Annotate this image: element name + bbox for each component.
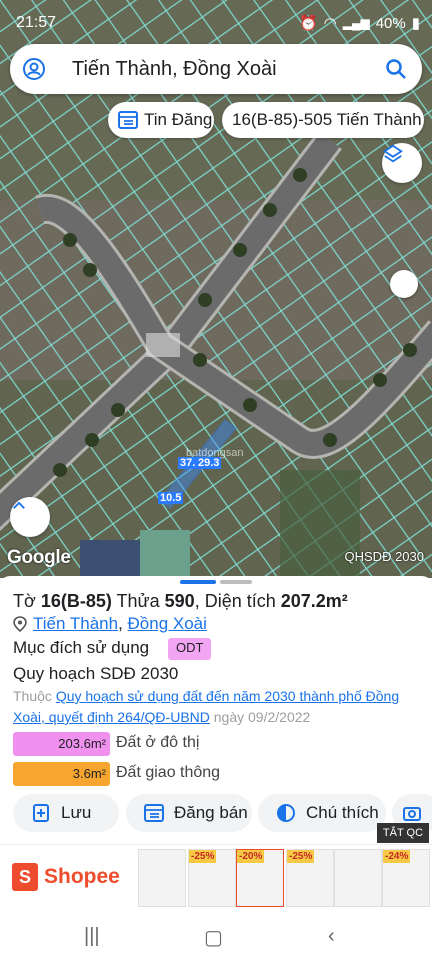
signal-icon: ▂▄▆	[342, 16, 370, 30]
app-root: 37. 29.3 10.5 batdongsan Google QHSDĐ 20…	[0, 0, 432, 960]
to-label: Tờ	[13, 591, 36, 611]
note-prefix: Thuộc	[13, 688, 52, 704]
expand-button[interactable]	[10, 497, 50, 537]
save-button[interactable]: Lưu	[13, 794, 119, 832]
ad-product[interactable]: -20%	[236, 849, 284, 907]
contrast-icon	[277, 804, 295, 822]
sheet-handle-secondary[interactable]	[220, 580, 252, 584]
shopee-brand: Shopee	[44, 865, 120, 888]
note-date: ngày 09/2/2022	[213, 709, 311, 725]
search-input[interactable]: Tiến Thành, Đồng Xoài	[72, 58, 277, 81]
ad-product[interactable]: -25%	[188, 849, 236, 907]
status-icons: ⏰ ◠ ▂▄▆ 40% ▮	[298, 14, 420, 33]
wifi-icon: ◠	[323, 15, 337, 32]
dimension-label: 10.5	[158, 492, 184, 504]
area-label: , Diện tích	[194, 591, 276, 611]
home-button[interactable]: ▢	[204, 925, 223, 950]
district-link[interactable]: Đồng Xoài	[128, 614, 207, 634]
parcel-chip-label: 16(B-85)-505 Tiến Thành	[232, 110, 422, 129]
parcel-title: Tờ 16(B-85) Thửa 590, Diện tích 207.2m²	[13, 591, 348, 612]
purpose-badge: ODT	[168, 638, 212, 660]
land-use-bar: 203.6m²	[13, 732, 110, 756]
to-value: 16(B-85)	[40, 591, 112, 611]
ad-product[interactable]: -25%	[286, 849, 334, 907]
legend-label: Chú thích	[306, 803, 379, 822]
parcel-info-sheet: Tờ 16(B-85) Thửa 590, Diện tích 207.2m² …	[0, 576, 432, 844]
tin-dang-label: Tin Đăng	[144, 110, 213, 129]
battery-icon: ▮	[411, 15, 420, 32]
discount-badge: -25%	[189, 850, 217, 863]
layers-icon	[383, 144, 403, 163]
map-slider-handle[interactable]	[390, 270, 418, 298]
plan-note: Thuộc Quy hoạch sử dụng đất đến năm 2030…	[13, 686, 423, 728]
watermark: batdongsan	[186, 447, 244, 459]
discount-badge: -25%	[287, 850, 315, 863]
post-sale-label: Đăng bán	[174, 803, 248, 822]
shopee-bag-icon: S	[12, 863, 38, 891]
land-use-label: Đất ở đô thị	[116, 734, 200, 751]
listing-icon	[144, 804, 164, 822]
plan-label: Quy hoạch SDĐ 2030	[13, 664, 179, 683]
thua-label: Thửa	[116, 591, 160, 611]
post-sale-button[interactable]: Đăng bán	[126, 794, 252, 832]
layer-label: QHSDĐ 2030	[344, 549, 424, 564]
shopee-logo: S Shopee	[12, 863, 120, 891]
purpose-label: Mục đích sử dụng	[13, 638, 150, 657]
camera-icon	[403, 807, 421, 821]
status-bar: 21:57 ⏰ ◠ ▂▄▆ 40% ▮	[0, 0, 432, 44]
legend-button[interactable]: Chú thích	[258, 794, 386, 832]
thua-value: 590	[164, 591, 195, 611]
account-icon[interactable]	[22, 57, 46, 81]
ad-product[interactable]	[138, 849, 186, 907]
recents-button[interactable]: |||	[84, 925, 100, 948]
chevron-up-icon	[13, 501, 25, 509]
save-label: Lưu	[61, 803, 92, 822]
ad-product[interactable]: -24%	[382, 849, 430, 907]
system-nav-bar: ||| ▢ ‹	[0, 910, 432, 960]
ad-product[interactable]	[334, 849, 382, 907]
search-icon[interactable]	[384, 57, 408, 81]
battery-text: 40%	[375, 14, 406, 32]
parcel-chip[interactable]: 16(B-85)-505 Tiến Thành	[222, 102, 424, 138]
land-use-label: Đất giao thông	[116, 764, 221, 781]
commune-link[interactable]: Tiến Thành	[33, 614, 118, 634]
discount-badge: -20%	[237, 850, 265, 863]
plan-decision-link[interactable]: Quy hoạch sử dụng đất đến năm 2030 thành…	[13, 688, 399, 725]
ad-banner[interactable]: S Shopee -25% -20% -25% -24%	[0, 844, 432, 910]
layers-button[interactable]	[382, 143, 422, 183]
google-logo: Google	[7, 547, 71, 568]
sheet-handle[interactable]	[180, 580, 216, 584]
search-bar[interactable]: Tiến Thành, Đồng Xoài	[10, 44, 422, 94]
area-value: 207.2m²	[280, 591, 348, 611]
location-pin-icon	[13, 616, 27, 632]
back-button[interactable]: ‹	[328, 925, 335, 948]
tin-dang-chip[interactable]: Tin Đăng	[108, 102, 214, 138]
status-time: 21:57	[16, 14, 57, 31]
location-line: Tiến Thành, Đồng Xoài	[13, 614, 207, 634]
save-icon	[33, 804, 49, 822]
alarm-icon: ⏰	[298, 15, 318, 32]
listing-icon	[118, 111, 138, 129]
discount-badge: -24%	[383, 850, 411, 863]
land-use-bar: 3.6m²	[13, 762, 110, 786]
close-ad-button[interactable]: TẮT QC	[377, 823, 429, 843]
